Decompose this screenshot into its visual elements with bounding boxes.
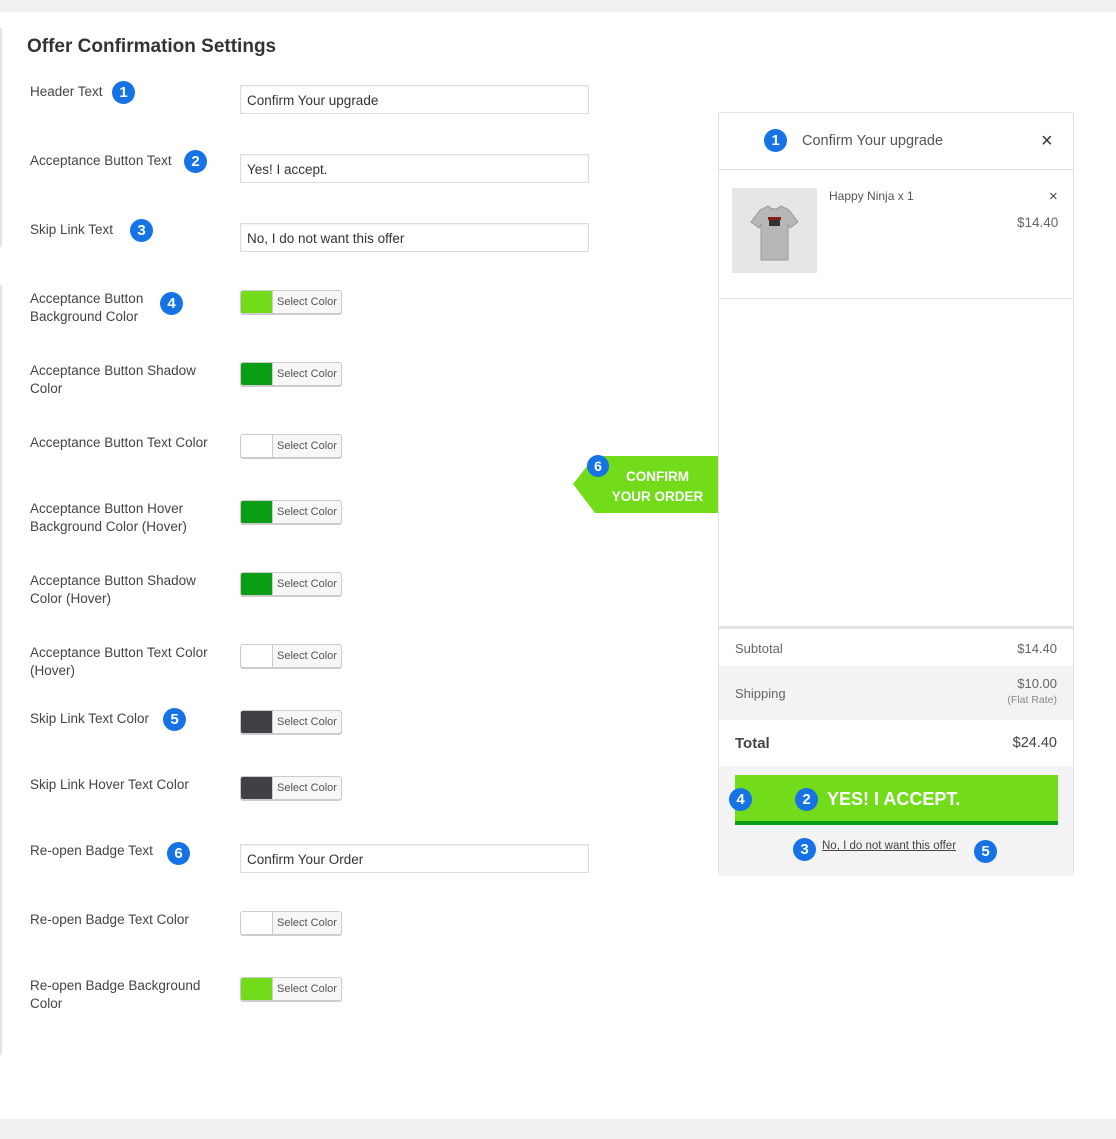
reopen-badge-line1: CONFIRM — [626, 469, 689, 484]
number-badge: 6 — [167, 842, 190, 865]
accept-bg-color-picker[interactable]: Select Color — [240, 290, 342, 314]
shipping-label: Shipping — [735, 686, 786, 701]
select-color-button[interactable]: Select Color — [273, 501, 341, 523]
number-badge: 1 — [764, 129, 787, 152]
color-swatch — [241, 435, 273, 457]
subtotal-value: $14.40 — [1017, 641, 1057, 656]
close-icon[interactable]: × — [1041, 130, 1053, 153]
skip-hover-color-picker[interactable]: Select Color — [240, 776, 342, 800]
select-color-button[interactable]: Select Color — [273, 645, 341, 667]
skip-link-text-input[interactable]: No, I do not want this offer — [240, 223, 589, 252]
subtotal-row: Subtotal $14.40 — [719, 629, 1073, 666]
accept-shadow-color-picker[interactable]: Select Color — [240, 362, 342, 386]
select-color-button[interactable]: Select Color — [273, 291, 341, 313]
skip-hover-color-label: Skip Link Hover Text Color — [30, 777, 189, 792]
accept-shadow-hover-color-picker[interactable]: Select Color — [240, 572, 342, 596]
accept-shadow-color-label: Acceptance Button Shadow Color — [30, 363, 196, 396]
item-price: $14.40 — [1017, 215, 1059, 230]
total-value: $24.40 — [1012, 735, 1057, 751]
skip-text-color-picker[interactable]: Select Color — [240, 710, 342, 734]
skip-text-color-label: Skip Link Text Color — [30, 711, 150, 726]
reopen-bg-color-label: Re-open Badge Background Color — [30, 978, 201, 1011]
color-swatch — [241, 777, 273, 799]
accept-text-color-label: Acceptance Button Text Color — [30, 435, 208, 450]
number-badge: 2 — [184, 150, 207, 173]
accept-text-hover-color-label: Acceptance Button Text Color (Hover) — [30, 645, 208, 678]
tshirt-icon — [732, 188, 817, 273]
select-color-button[interactable]: Select Color — [273, 777, 341, 799]
total-row: Total $24.40 — [719, 720, 1073, 766]
acceptance-button-text-input[interactable]: Yes! I accept. — [240, 154, 589, 183]
reopen-badge[interactable]: 6 CONFIRM YOUR ORDER — [573, 455, 719, 513]
shipping-row: Shipping $10.00 (Flat Rate) — [719, 666, 1073, 720]
number-badge: 4 — [160, 292, 183, 315]
accept-hover-bg-color-label: Acceptance Button Hover Background Color… — [30, 501, 187, 534]
color-swatch — [241, 363, 273, 385]
number-badge: 3 — [793, 838, 816, 861]
header-text-input[interactable]: Confirm Your upgrade — [240, 85, 589, 114]
color-swatch — [241, 291, 273, 313]
accept-button-label: YES! I ACCEPT. — [827, 789, 961, 809]
reopen-badge-text-input[interactable]: Confirm Your Order — [240, 844, 589, 873]
accept-text-hover-color-picker[interactable]: Select Color — [240, 644, 342, 668]
reopen-text-color-picker[interactable]: Select Color — [240, 911, 342, 935]
select-color-button[interactable]: Select Color — [273, 912, 341, 934]
reopen-bg-color-picker[interactable]: Select Color — [240, 977, 342, 1001]
select-color-button[interactable]: Select Color — [273, 711, 341, 733]
shipping-value: $10.00 — [1017, 676, 1057, 691]
total-label: Total — [735, 735, 770, 752]
select-color-button[interactable]: Select Color — [273, 978, 341, 1000]
select-color-button[interactable]: Select Color — [273, 363, 341, 385]
accept-text-color-picker[interactable]: Select Color — [240, 434, 342, 458]
number-badge: 2 — [795, 788, 818, 811]
skip-offer-link[interactable]: No, I do not want this offer — [822, 840, 956, 852]
accept-shadow-hover-color-label: Acceptance Button Shadow Color (Hover) — [30, 573, 196, 606]
left-border — [0, 285, 2, 1055]
left-border — [0, 28, 2, 247]
number-badge: 3 — [130, 219, 153, 242]
offer-preview: 1 Confirm Your upgrade × Happy Ninja x 1… — [718, 112, 1074, 876]
cart-item: Happy Ninja x 1 × $14.40 — [719, 170, 1073, 299]
page-title: Offer Confirmation Settings — [27, 36, 277, 57]
preview-header: 1 Confirm Your upgrade × — [719, 113, 1073, 170]
color-swatch — [241, 912, 273, 934]
reopen-badge-line2: YOUR ORDER — [611, 489, 704, 504]
accept-bg-color-label: Acceptance Button Background Color — [30, 291, 144, 324]
number-badge: 1 — [112, 81, 135, 104]
accept-button[interactable]: 4 2 YES! I ACCEPT. — [729, 775, 1058, 825]
accept-hover-bg-color-picker[interactable]: Select Color — [240, 500, 342, 524]
color-swatch — [241, 573, 273, 595]
select-color-button[interactable]: Select Color — [273, 435, 341, 457]
select-color-button[interactable]: Select Color — [273, 573, 341, 595]
remove-item-icon[interactable]: × — [1049, 188, 1058, 205]
item-name: Happy Ninja x 1 — [829, 189, 914, 203]
color-swatch — [241, 978, 273, 1000]
color-swatch — [241, 501, 273, 523]
totals-section: Subtotal $14.40 Shipping $10.00 (Flat Ra… — [719, 626, 1073, 876]
reopen-text-color-label: Re-open Badge Text Color — [30, 912, 189, 927]
color-swatch — [241, 711, 273, 733]
shipping-note: (Flat Rate) — [1007, 694, 1057, 706]
preview-title: Confirm Your upgrade — [802, 133, 944, 149]
number-badge: 4 — [729, 788, 752, 811]
reopen-badge-text-label: Re-open Badge Text — [30, 843, 153, 858]
subtotal-label: Subtotal — [735, 641, 783, 656]
color-swatch — [241, 645, 273, 667]
number-badge: 5 — [163, 708, 186, 731]
number-badge: 5 — [974, 840, 997, 863]
